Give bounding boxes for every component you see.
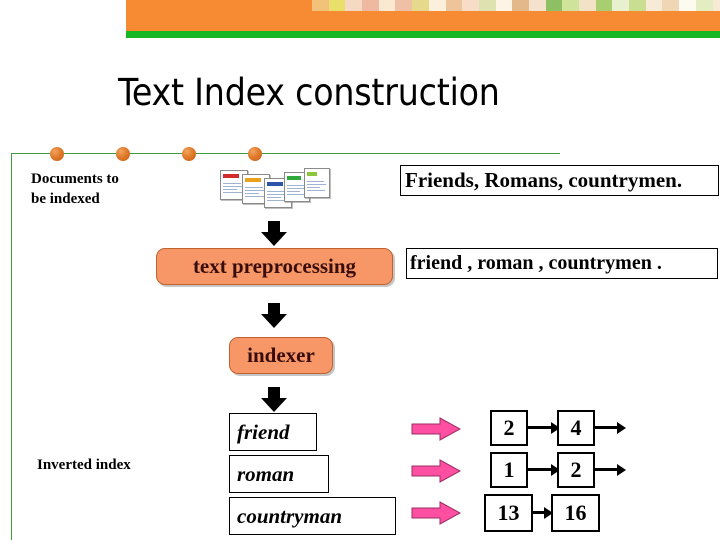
posting-box: 16 — [551, 494, 600, 532]
dictionary-term-box: countryman — [229, 497, 396, 535]
posting-link — [528, 468, 552, 471]
posting-link-tail — [595, 468, 618, 471]
divider-horizontal — [11, 153, 560, 154]
bullet-dot — [248, 147, 262, 161]
posting-box: 1 — [490, 452, 528, 488]
document-icon — [304, 168, 330, 198]
page-title: Text Index construction — [118, 71, 500, 114]
bullet-dot — [116, 147, 130, 161]
right-arrow-icon — [411, 459, 461, 483]
documents-label-line1: Documents to — [31, 171, 119, 187]
down-arrow-icon — [261, 303, 287, 328]
down-arrow-icon — [261, 387, 287, 412]
posting-box: 2 — [490, 410, 528, 446]
dictionary-term-box: roman — [229, 455, 329, 493]
text-preprocessing-box[interactable]: text preprocessing — [156, 248, 393, 285]
posting-box: 4 — [557, 410, 595, 446]
token-text-box: friend , roman , countrymen . — [406, 248, 718, 279]
posting-link-tail-head — [617, 464, 626, 476]
header-accent-bar — [126, 31, 720, 38]
right-arrow-icon — [411, 501, 461, 525]
right-arrow-icon — [411, 417, 461, 441]
slide-canvas: Text Index construction Documents to be … — [0, 0, 720, 540]
posting-link-tail-head — [617, 422, 626, 434]
bullet-dot — [182, 147, 196, 161]
header-banner — [126, 0, 720, 31]
document-stack-icon — [220, 168, 332, 208]
posting-link-tail — [595, 426, 618, 429]
posting-box: 2 — [557, 452, 595, 488]
documents-label-line2: be indexed — [31, 191, 100, 207]
dictionary-term-box: friend — [229, 413, 317, 451]
raw-text-box: Friends, Romans, countrymen. — [400, 165, 719, 196]
down-arrow-icon — [261, 221, 287, 246]
bullet-dot — [50, 147, 64, 161]
inverted-index-label: Inverted index — [37, 457, 131, 473]
posting-box: 13 — [484, 494, 533, 532]
indexer-box[interactable]: indexer — [229, 337, 333, 374]
posting-link — [528, 426, 552, 429]
banner-photo-strip — [312, 0, 720, 11]
divider-vertical — [11, 153, 12, 540]
